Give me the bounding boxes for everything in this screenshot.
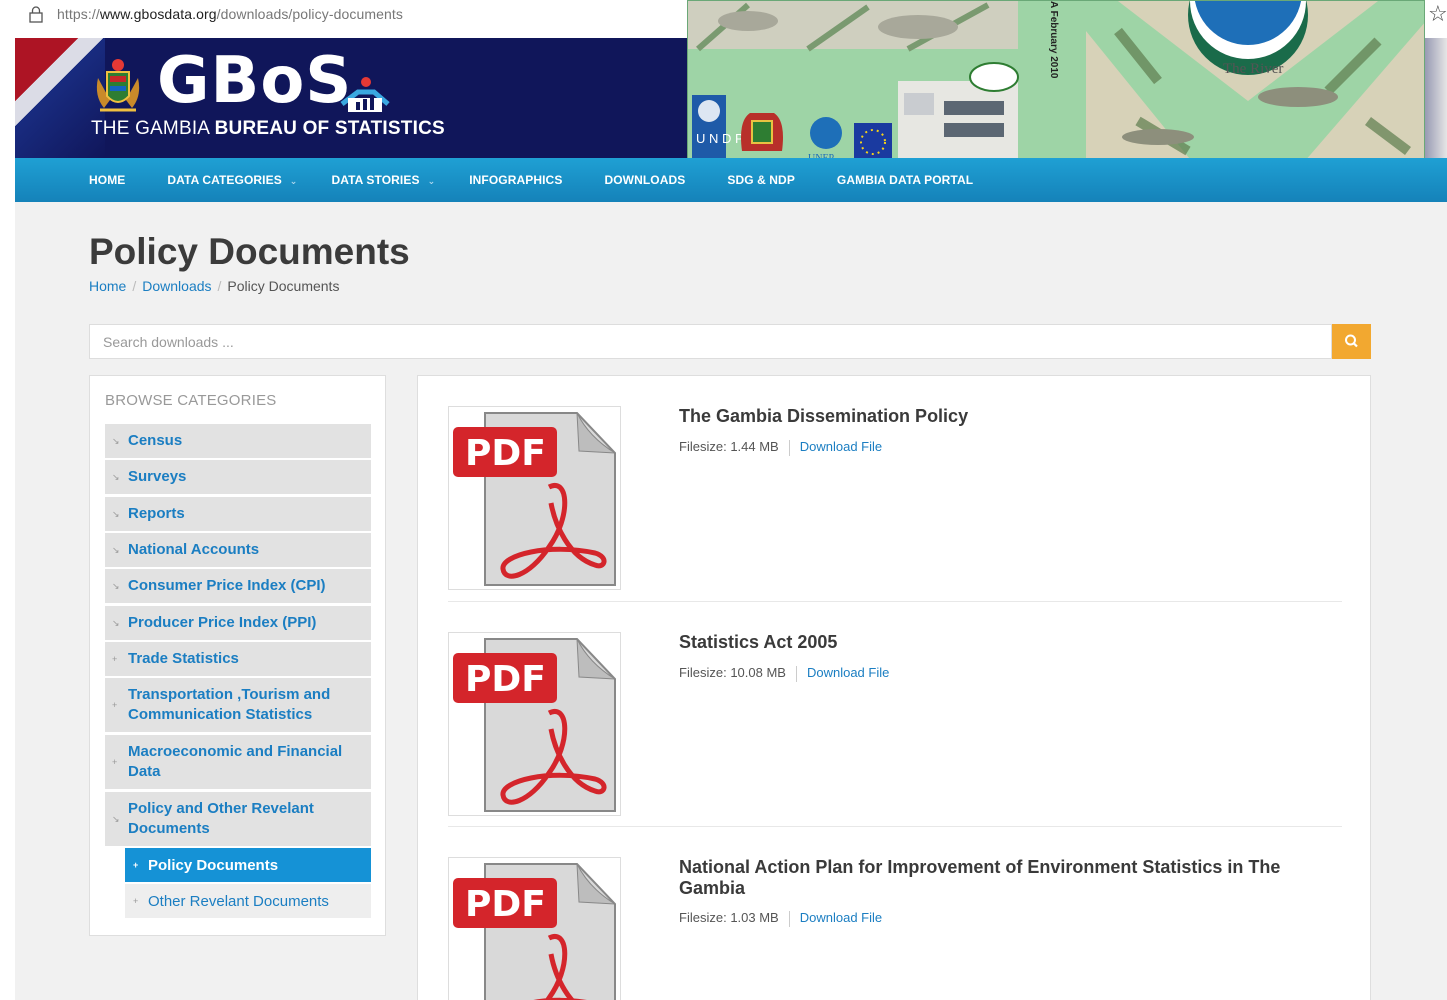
chart-house-icon xyxy=(340,77,390,112)
document-meta: Filesize: 1.03 MB Download File xyxy=(679,910,883,927)
breadcrumb-downloads[interactable]: Downloads xyxy=(142,278,211,294)
url-text[interactable]: https://www.gbosdata.org/downloads/polic… xyxy=(57,6,403,22)
pdf-icon[interactable]: PDF xyxy=(448,406,621,590)
pdf-icon[interactable]: PDF xyxy=(448,857,621,1000)
chevron-down-icon: ⌄ xyxy=(289,176,298,186)
folder-arrow-icon: ↘ xyxy=(112,472,120,482)
filesize-value: 10.08 MB xyxy=(730,665,786,680)
subcategory-other-revelant-documents[interactable]: + Other Revelant Documents xyxy=(125,884,371,918)
nav-item-data-stories[interactable]: DATA STORIES ⌄ xyxy=(331,173,435,187)
folder-arrow-icon: ↘ xyxy=(112,509,120,519)
pdf-icon[interactable]: PDF xyxy=(448,632,621,816)
cover-spine-text: A February 2010 xyxy=(1048,1,1059,79)
nav-item-sdg-ndp[interactable]: SDG & NDP xyxy=(727,173,803,187)
download-file-link[interactable]: Download File xyxy=(800,910,882,925)
divider xyxy=(448,826,1342,827)
bullet-icon: + xyxy=(112,757,118,767)
search-input[interactable] xyxy=(89,324,1332,359)
nav-item-home[interactable]: HOME xyxy=(89,173,133,187)
lock-icon xyxy=(29,6,43,23)
category-cpi[interactable]: ↘ Consumer Price Index (CPI) xyxy=(105,569,371,603)
browse-categories-panel: BROWSE CATEGORIES ↘ Census ↘ Surveys ↘ Repo… xyxy=(89,375,386,936)
browse-categories-heading: BROWSE CATEGORIES xyxy=(105,392,277,409)
breadcrumb: Home / Downloads / Policy Documents xyxy=(89,278,340,294)
folder-arrow-icon: ↘ xyxy=(112,436,120,446)
svg-text:PDF: PDF xyxy=(465,433,546,474)
svg-text:PDF: PDF xyxy=(465,884,546,925)
bullet-icon: + xyxy=(112,654,118,664)
bullet-icon: + xyxy=(112,700,118,710)
list-item: PDF National Action Plan for Improvement… xyxy=(448,857,1342,1000)
bookmark-star-icon[interactable]: ☆ xyxy=(1428,1,1447,27)
bullet-icon: + xyxy=(133,896,139,906)
nav-item-data-categories[interactable]: DATA CATEGORIES ⌄ xyxy=(167,173,297,187)
list-item: PDF Statistics Act 2005 Filesize: 10.08 … xyxy=(448,632,1342,822)
search-icon xyxy=(1345,334,1358,348)
breadcrumb-current: Policy Documents xyxy=(227,278,340,294)
nav-item-infographics[interactable]: INFOGRAPHICS xyxy=(469,173,570,187)
category-national-accounts[interactable]: ↘ National Accounts xyxy=(105,533,371,567)
document-title[interactable]: National Action Plan for Improvement of … xyxy=(679,857,1319,899)
breadcrumb-home[interactable]: Home xyxy=(89,278,126,294)
page-content: Policy Documents Home / Downloads / Policy D… xyxy=(15,202,1447,1000)
filesize-value: 1.03 MB xyxy=(730,910,779,925)
coat-of-arms-icon xyxy=(96,59,140,112)
subcategory-policy-documents[interactable]: + Policy Documents xyxy=(125,848,371,882)
filesize-value: 1.44 MB xyxy=(730,439,779,454)
category-trade-statistics[interactable]: + Trade Statistics xyxy=(105,642,371,676)
category-transportation-tourism[interactable]: + Transportation ,Tourism and Communicati… xyxy=(105,678,371,732)
search-bar xyxy=(89,324,1371,359)
site-tagline: THE GAMBIA BUREAU OF STATISTICS xyxy=(91,118,445,139)
divider xyxy=(448,601,1342,602)
main-navigation: HOME DATA CATEGORIES ⌄ DATA STORIES ⌄ INFO… xyxy=(15,158,1447,202)
document-meta: Filesize: 1.44 MB Download File xyxy=(679,439,883,456)
folder-arrow-icon: ↘ xyxy=(112,545,120,555)
brand-logo-text[interactable]: GBoS xyxy=(157,44,352,118)
folder-arrow-icon: ↘ xyxy=(112,814,120,824)
nav-item-gambia-data-portal[interactable]: GAMBIA DATA PORTAL xyxy=(837,173,981,187)
report-cover-banner: U N D P UNEP A February 2010 The River xyxy=(687,0,1425,168)
category-macroeconomic[interactable]: + Macroeconomic and Financial Data xyxy=(105,735,371,789)
page-title: Policy Documents xyxy=(89,231,410,272)
download-file-link[interactable]: Download File xyxy=(800,439,882,454)
folder-arrow-icon: ↘ xyxy=(112,618,120,628)
category-reports[interactable]: ↘ Reports xyxy=(105,497,371,531)
bullet-icon: + xyxy=(133,860,139,870)
download-file-link[interactable]: Download File xyxy=(807,665,889,680)
nav-item-downloads[interactable]: DOWNLOADS xyxy=(604,173,693,187)
document-title[interactable]: The Gambia Dissemination Policy xyxy=(679,406,1319,427)
undp-logo: U N D P xyxy=(696,131,744,146)
list-item: PDF The Gambia Dissemination Policy File… xyxy=(448,406,1342,596)
folder-arrow-icon: ↘ xyxy=(112,581,120,591)
documents-list: PDF The Gambia Dissemination Policy File… xyxy=(417,375,1371,1000)
chevron-down-icon: ⌄ xyxy=(427,176,436,186)
svg-text:PDF: PDF xyxy=(465,659,546,700)
category-surveys[interactable]: ↘ Surveys xyxy=(105,460,371,494)
document-title[interactable]: Statistics Act 2005 xyxy=(679,632,1319,653)
search-button[interactable] xyxy=(1332,324,1371,359)
cover-river-label: The River xyxy=(1223,61,1284,77)
category-ppi[interactable]: ↘ Producer Price Index (PPI) xyxy=(105,606,371,640)
category-census[interactable]: ↘ Census xyxy=(105,424,371,458)
document-meta: Filesize: 10.08 MB Download File xyxy=(679,665,890,682)
category-policy-documents[interactable]: ↘ Policy and Other Revelant Documents xyxy=(105,792,371,846)
